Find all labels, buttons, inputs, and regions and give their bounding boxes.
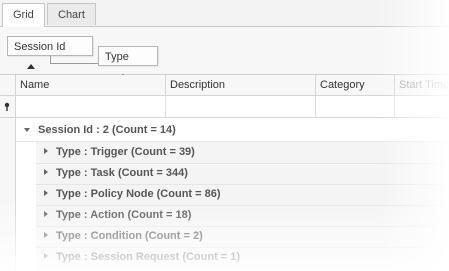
group-by-panel: Session Id Type: [0, 27, 449, 79]
group-row-label: Session Id : 2 (Count = 14): [38, 124, 176, 136]
group-row-label: Type : Condition (Count = 2): [56, 230, 203, 242]
column-header-name[interactable]: Name: [16, 75, 166, 95]
filter-cell-category[interactable]: [316, 96, 395, 117]
column-header-category[interactable]: Category: [316, 75, 395, 95]
group-chip-session-id[interactable]: Session Id: [7, 36, 93, 69]
group-row-task[interactable]: Type : Task (Count = 344): [44, 163, 188, 184]
collapse-icon: [24, 128, 30, 132]
group-chip-label: Session Id: [14, 41, 66, 53]
group-row-policy-node[interactable]: Type : Policy Node (Count = 86): [44, 184, 221, 205]
row-indicator-column: [0, 118, 16, 271]
group-row-condition[interactable]: Type : Condition (Count = 2): [44, 226, 203, 247]
expand-icon: [44, 253, 48, 259]
column-header-start-time[interactable]: Start Time: [395, 75, 449, 95]
group-row-label: Type : Trigger (Count = 39): [56, 146, 195, 158]
tab-strip: Grid Chart: [0, 0, 449, 27]
row-indicator-header: [0, 75, 16, 95]
column-header-row: Name Description Category Start Time: [0, 75, 449, 96]
group-row-label: Type : Task (Count = 344): [56, 167, 188, 179]
filter-pin-icon: [4, 102, 10, 111]
filter-cell-start-time[interactable]: [395, 96, 449, 117]
group-row-trigger[interactable]: Type : Trigger (Count = 39): [44, 142, 195, 163]
group-connector: [50, 56, 99, 64]
expand-icon: [44, 232, 48, 238]
expand-icon: [44, 211, 48, 217]
tab-grid[interactable]: Grid: [2, 3, 45, 27]
filter-cell-description[interactable]: [166, 96, 316, 117]
auto-filter-row: [0, 96, 449, 118]
group-row-label: Type : Action (Count = 18): [56, 209, 192, 221]
column-header-description[interactable]: Description: [166, 75, 316, 95]
sort-ascending-icon: [27, 64, 35, 69]
filter-row-indicator: [0, 96, 16, 117]
expand-icon: [44, 169, 48, 175]
group-row-session[interactable]: Session Id : 2 (Count = 14): [24, 120, 176, 141]
group-chip-label: Type: [105, 51, 129, 63]
group-row-session-request[interactable]: Type : Session Request (Count = 1): [44, 247, 240, 268]
group-chip-type[interactable]: Type: [98, 46, 158, 79]
group-row-label: Type : Policy Node (Count = 86): [56, 188, 221, 200]
group-row-label: Type : Session Request (Count = 1): [56, 251, 241, 263]
expand-icon: [44, 148, 48, 154]
tab-chart[interactable]: Chart: [47, 3, 96, 25]
group-row-action[interactable]: Type : Action (Count = 18): [44, 205, 191, 226]
filter-cell-name[interactable]: [16, 96, 166, 117]
expand-icon: [44, 190, 48, 196]
